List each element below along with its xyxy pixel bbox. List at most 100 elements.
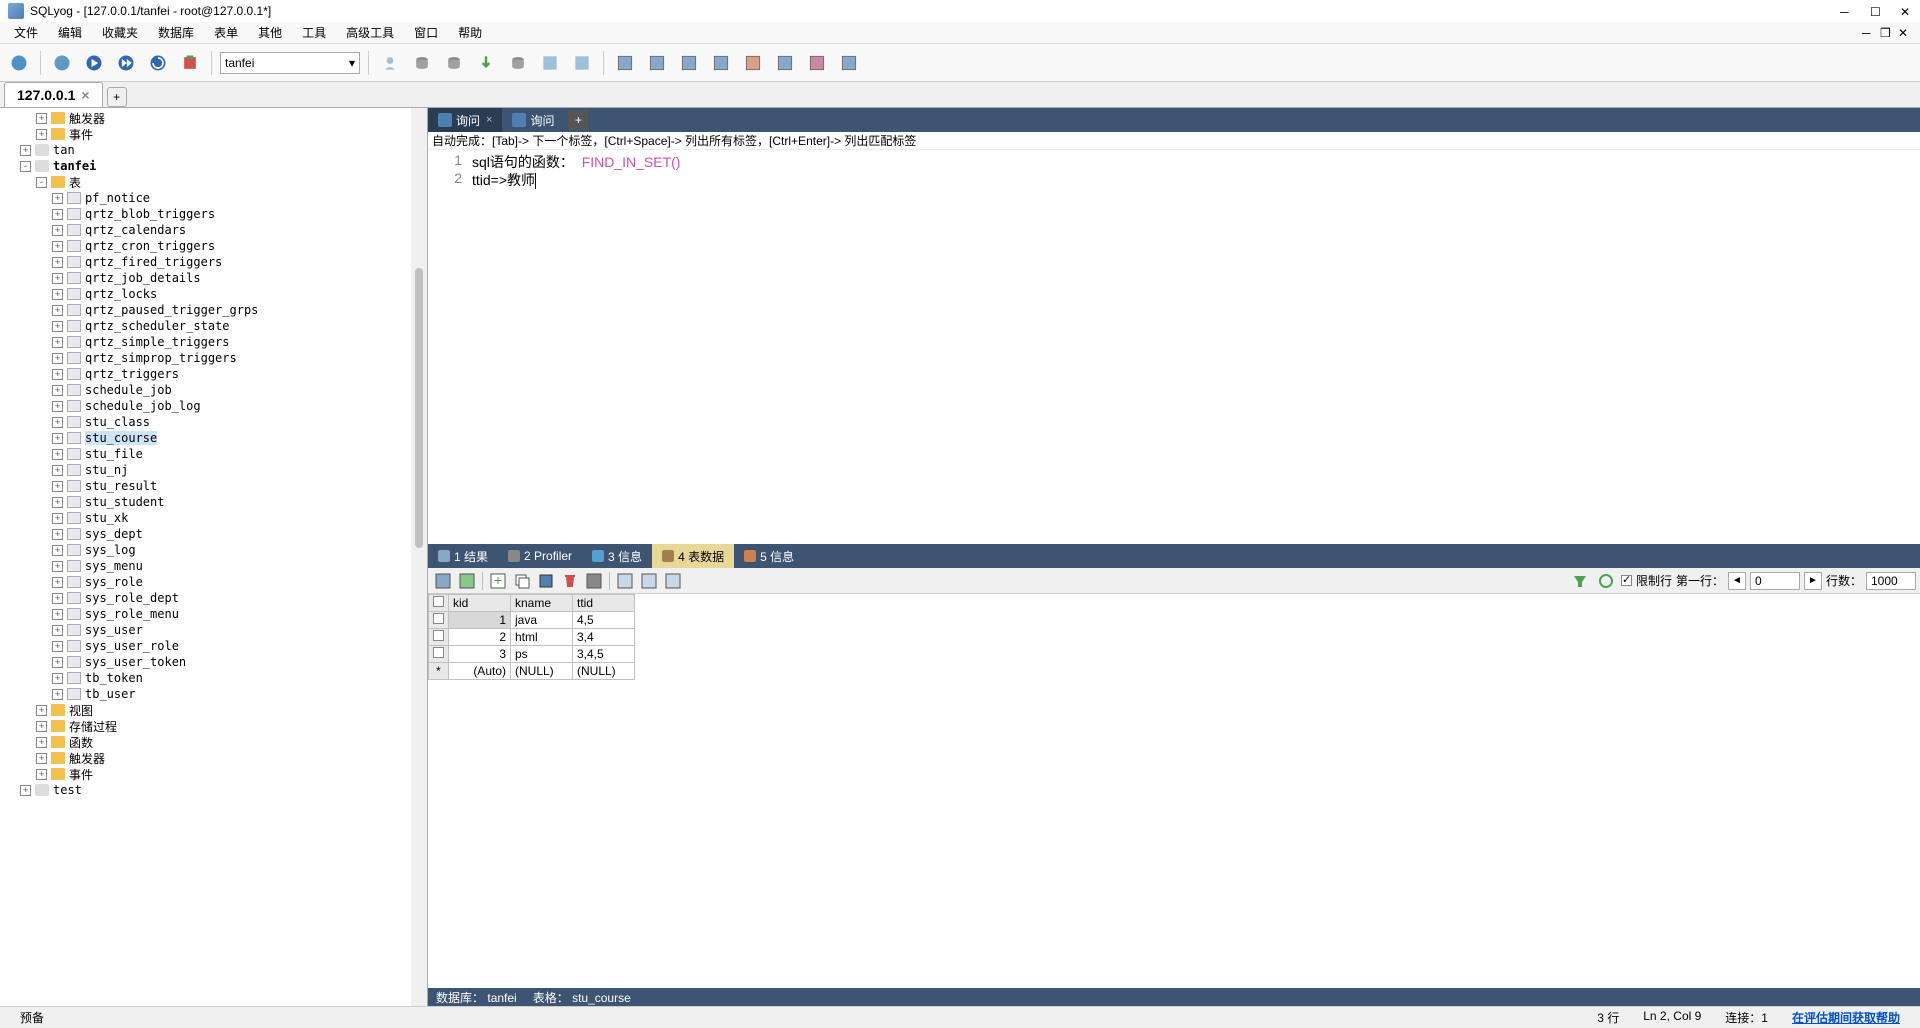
menu-favorites[interactable]: 收藏夹	[92, 22, 148, 43]
column-header[interactable]: ttid	[573, 595, 635, 612]
add-query-tab-button[interactable]: +	[568, 110, 588, 130]
tree-toggle[interactable]: +	[52, 369, 63, 380]
tree-toggle[interactable]: +	[20, 145, 31, 156]
tree-toggle[interactable]: +	[52, 241, 63, 252]
tool-export-button[interactable]	[441, 50, 467, 76]
cell-kname[interactable]: java	[511, 612, 573, 629]
tree-table-item[interactable]: +sys_menu	[0, 558, 427, 574]
tool-user-button[interactable]	[377, 50, 403, 76]
tree-toggle[interactable]: +	[52, 465, 63, 476]
tree-table-item[interactable]: +sys_user	[0, 622, 427, 638]
tree-toggle[interactable]: +	[52, 577, 63, 588]
tree-table-item[interactable]: +sys_user_token	[0, 654, 427, 670]
new-query-button[interactable]	[49, 50, 75, 76]
tree-table-item[interactable]: +schedule_job	[0, 382, 427, 398]
tree-table-item[interactable]: +qrtz_paused_trigger_grps	[0, 302, 427, 318]
view-grid-button[interactable]	[432, 570, 454, 592]
tree-toggle[interactable]: +	[20, 785, 31, 796]
tree-toggle[interactable]: +	[52, 625, 63, 636]
refresh-rows-button[interactable]	[1595, 570, 1617, 592]
tool-query-button[interactable]	[569, 50, 595, 76]
cell-null[interactable]: (NULL)	[573, 663, 635, 680]
tool-grid1-button[interactable]	[612, 50, 638, 76]
minimize-button[interactable]: ─	[1840, 5, 1852, 17]
tool-grid4-button[interactable]	[708, 50, 734, 76]
tree-table-item[interactable]: +sys_role	[0, 574, 427, 590]
help-link[interactable]: 在评估期间获取帮助	[1780, 1009, 1912, 1026]
cell-kid[interactable]: 2	[449, 629, 511, 646]
next-page-button[interactable]: ►	[1804, 572, 1822, 590]
tree-toggle[interactable]: +	[52, 545, 63, 556]
row-checkbox[interactable]	[429, 646, 449, 663]
tree-item[interactable]: +触发器	[0, 110, 427, 126]
tree-toggle[interactable]: +	[52, 385, 63, 396]
close-icon[interactable]: ×	[81, 87, 89, 103]
filter-button[interactable]	[1569, 570, 1591, 592]
tree-toggle[interactable]: +	[36, 737, 47, 748]
layout3-button[interactable]	[662, 570, 684, 592]
tree-toggle[interactable]: +	[52, 529, 63, 540]
new-row[interactable]: *(Auto)(NULL)(NULL)	[429, 663, 635, 680]
maximize-button[interactable]: ☐	[1870, 5, 1882, 17]
tree-item[interactable]: -表	[0, 174, 427, 190]
tree-item[interactable]: +函数	[0, 734, 427, 750]
tree-toggle[interactable]: +	[36, 769, 47, 780]
tree-table-item[interactable]: +qrtz_locks	[0, 286, 427, 302]
cell-kid[interactable]: 1	[449, 612, 511, 629]
tree-table-item[interactable]: +qrtz_blob_triggers	[0, 206, 427, 222]
close-icon[interactable]: ×	[486, 114, 492, 126]
tree-item[interactable]: +视图	[0, 702, 427, 718]
tree-item[interactable]: +触发器	[0, 750, 427, 766]
menu-file[interactable]: 文件	[4, 22, 48, 43]
tree-table-item[interactable]: +pf_notice	[0, 190, 427, 206]
tree-item[interactable]: +事件	[0, 766, 427, 782]
stop-button[interactable]	[177, 50, 203, 76]
tree-table-item[interactable]: +stu_student	[0, 494, 427, 510]
tool-sync-button[interactable]	[505, 50, 531, 76]
window-min-icon[interactable]: ─	[1862, 26, 1876, 40]
tree-toggle[interactable]: +	[52, 449, 63, 460]
tool-grid8-button[interactable]	[836, 50, 862, 76]
cell-null[interactable]: (NULL)	[511, 663, 573, 680]
tree-toggle[interactable]: +	[52, 273, 63, 284]
object-browser[interactable]: +触发器+事件+tan-tanfei-表+pf_notice+qrtz_blob…	[0, 108, 428, 1006]
menu-adv-tools[interactable]: 高级工具	[336, 22, 404, 43]
delete-button[interactable]	[559, 570, 581, 592]
tool-grid7-button[interactable]	[804, 50, 830, 76]
query-tab-2[interactable]: 询问	[502, 108, 564, 132]
tree-toggle[interactable]: +	[52, 289, 63, 300]
window-close-icon[interactable]: ✕	[1898, 26, 1912, 40]
tree-toggle[interactable]: +	[52, 481, 63, 492]
tree-toggle[interactable]: +	[52, 641, 63, 652]
column-header[interactable]: kname	[511, 595, 573, 612]
tree-table-item[interactable]: +qrtz_simprop_triggers	[0, 350, 427, 366]
column-header[interactable]: kid	[449, 595, 511, 612]
prev-page-button[interactable]: ◄	[1728, 572, 1746, 590]
tool-import-button[interactable]	[409, 50, 435, 76]
settings-button[interactable]	[583, 570, 605, 592]
add-row-button[interactable]: +	[487, 570, 509, 592]
code-area[interactable]: sql语句的函数： FIND_IN_SET() ttid=>教师	[468, 150, 1920, 544]
tree-table-item[interactable]: +stu_nj	[0, 462, 427, 478]
limit-checkbox[interactable]	[1621, 575, 1632, 586]
tree-table-item[interactable]: +qrtz_scheduler_state	[0, 318, 427, 334]
tree-toggle[interactable]: +	[52, 433, 63, 444]
tree-toggle[interactable]: +	[36, 113, 47, 124]
tree-table-item[interactable]: +sys_role_menu	[0, 606, 427, 622]
tree-table-item[interactable]: +tb_token	[0, 670, 427, 686]
menu-window[interactable]: 窗口	[404, 22, 448, 43]
close-button[interactable]: ✕	[1900, 5, 1912, 17]
tree-table-item[interactable]: +schedule_job_log	[0, 398, 427, 414]
tree-toggle[interactable]: +	[52, 337, 63, 348]
result-tab-info2[interactable]: 5 信息	[734, 544, 804, 568]
tree-table-item[interactable]: +sys_dept	[0, 526, 427, 542]
first-row-input[interactable]	[1750, 572, 1800, 590]
header-checkbox-cell[interactable]	[429, 595, 449, 612]
view-form-button[interactable]	[456, 570, 478, 592]
tree-item[interactable]: +事件	[0, 126, 427, 142]
tree-table-item[interactable]: +qrtz_fired_triggers	[0, 254, 427, 270]
scrollbar[interactable]	[411, 108, 427, 1006]
tree-toggle[interactable]: +	[52, 593, 63, 604]
tree-table-item[interactable]: +qrtz_calendars	[0, 222, 427, 238]
tree-table-item[interactable]: +sys_log	[0, 542, 427, 558]
